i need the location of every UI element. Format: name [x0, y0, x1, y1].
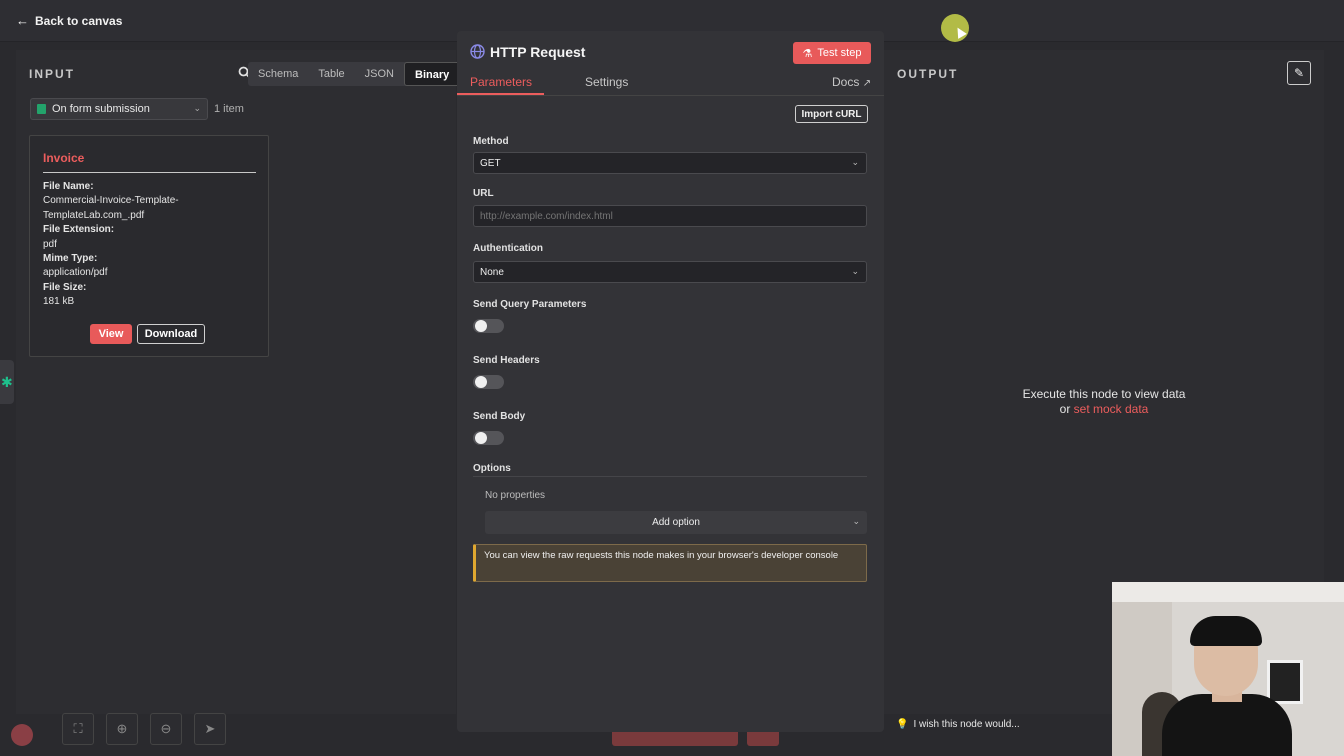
tab-schema[interactable]: Schema	[248, 62, 308, 86]
tab-table[interactable]: Table	[308, 62, 354, 86]
toggle-knob	[475, 320, 487, 332]
divider	[473, 476, 867, 477]
set-mock-data-link[interactable]: set mock data	[1074, 402, 1149, 416]
flask-icon: ⚗	[802, 47, 813, 60]
edit-output-button[interactable]: ✎	[1287, 61, 1311, 85]
send-query-label: Send Query Parameters	[473, 299, 587, 310]
send-headers-toggle[interactable]	[473, 375, 504, 389]
back-to-canvas-button[interactable]: ← Back to canvas	[16, 13, 122, 28]
method-value: GET	[480, 157, 501, 169]
mime-type-value: application/pdf	[43, 267, 108, 279]
tab-binary[interactable]: Binary	[404, 62, 461, 86]
docs-link[interactable]: Docs ↗	[832, 75, 871, 89]
url-label: URL	[473, 188, 494, 199]
chevron-down-icon: ⌄	[193, 103, 201, 113]
authentication-select[interactable]: None ⌄	[473, 261, 867, 283]
url-input[interactable]	[473, 205, 867, 227]
authentication-label: Authentication	[473, 243, 543, 254]
input-node-select-value: On form submission	[52, 103, 150, 115]
node-connector-icon: ✱	[1, 374, 13, 390]
tab-json[interactable]: JSON	[355, 62, 404, 86]
divider	[43, 172, 256, 173]
send-headers-label: Send Headers	[473, 355, 540, 366]
arrow-left-icon: ←	[16, 13, 29, 28]
divider	[457, 95, 884, 96]
docs-label: Docs	[832, 75, 860, 89]
lightbulb-icon: 💡	[896, 719, 909, 730]
execute-workflow-button[interactable]	[612, 732, 738, 746]
pencil-icon: ✎	[1293, 66, 1305, 80]
zoom-in-icon[interactable]: ⊕	[106, 713, 138, 745]
file-name-value: Commercial-Invoice-Template-TemplateLab.…	[43, 195, 179, 221]
canvas-toolbar: ⛶ ⊕ ⊖ ➤	[62, 713, 226, 745]
add-option-button[interactable]: Add option ⌄	[485, 511, 867, 534]
globe-icon	[470, 44, 485, 59]
or-text: or	[1059, 402, 1074, 416]
empty-output-message: Execute this node to view data or set mo…	[1004, 387, 1204, 417]
node-title[interactable]: HTTP Request	[490, 44, 585, 60]
file-metadata: File Name: Commercial-Invoice-Template-T…	[43, 180, 258, 310]
delete-button[interactable]	[747, 732, 779, 746]
mock-data-hint: or set mock data	[1004, 402, 1204, 417]
download-button[interactable]: Download	[137, 324, 205, 344]
node-settings-panel: HTTP Request ⚗ Test step Parameters Sett…	[457, 31, 884, 732]
send-body-label: Send Body	[473, 411, 526, 422]
tidy-up-icon[interactable]: ➤	[194, 713, 226, 745]
file-name-key: File Name:	[43, 181, 94, 192]
authentication-value: None	[480, 266, 504, 278]
mime-type-key: Mime Type:	[43, 253, 98, 265]
tab-parameters[interactable]: Parameters	[470, 75, 532, 89]
webcam-overlay	[1112, 582, 1344, 756]
binary-file-card: Invoice File Name: Commercial-Invoice-Te…	[29, 135, 269, 357]
toggle-knob	[475, 376, 487, 388]
file-extension-value: pdf	[43, 238, 57, 250]
feedback-prompt[interactable]: 💡 I wish this node would...	[896, 719, 1020, 730]
picture-frame	[1267, 660, 1303, 704]
output-title: OUTPUT	[897, 67, 959, 81]
chevron-down-icon: ⌄	[851, 157, 859, 167]
form-icon	[37, 104, 46, 114]
no-properties-text: No properties	[485, 490, 546, 501]
ceiling	[1112, 582, 1344, 602]
zoom-out-icon[interactable]: ⊖	[150, 713, 182, 745]
feedback-label: I wish this node would...	[913, 719, 1020, 730]
send-query-toggle[interactable]	[473, 319, 504, 333]
info-notice: You can view the raw requests this node …	[473, 544, 867, 582]
external-link-icon: ↗	[862, 78, 872, 89]
input-panel: INPUT Schema Table JSON Binary On form s…	[16, 50, 461, 714]
chevron-down-icon: ⌄	[852, 516, 860, 526]
import-curl-button[interactable]: Import cURL	[795, 105, 868, 123]
file-extension-key: File Extension:	[43, 224, 115, 236]
input-node-select[interactable]: On form submission ⌄	[30, 98, 208, 120]
method-select[interactable]: GET ⌄	[473, 152, 867, 174]
method-label: Method	[473, 136, 509, 147]
test-step-label: Test step	[817, 47, 862, 59]
person-body	[1162, 694, 1292, 756]
file-size-value: 181 kB	[43, 296, 75, 308]
send-body-toggle[interactable]	[473, 431, 504, 445]
view-button[interactable]: View	[90, 324, 132, 344]
chevron-down-icon: ⌄	[851, 266, 859, 276]
binary-card-title: Invoice	[43, 151, 85, 165]
tab-settings[interactable]: Settings	[585, 75, 628, 89]
fit-view-icon[interactable]: ⛶	[62, 713, 94, 745]
item-count: 1 item	[214, 103, 244, 115]
node-drag-handle[interactable]: ✱	[0, 360, 14, 404]
toggle-knob	[475, 432, 487, 444]
options-label: Options	[473, 463, 511, 474]
test-step-button[interactable]: ⚗ Test step	[793, 42, 871, 64]
avatar[interactable]	[11, 724, 33, 746]
execute-hint: Execute this node to view data	[1022, 387, 1186, 401]
file-size-key: File Size:	[43, 281, 87, 293]
back-to-canvas-label: Back to canvas	[35, 13, 123, 28]
person-hair	[1190, 616, 1262, 646]
add-option-label: Add option	[652, 517, 700, 528]
input-title: INPUT	[29, 67, 75, 81]
input-view-tabs: Schema Table JSON Binary	[248, 62, 461, 86]
